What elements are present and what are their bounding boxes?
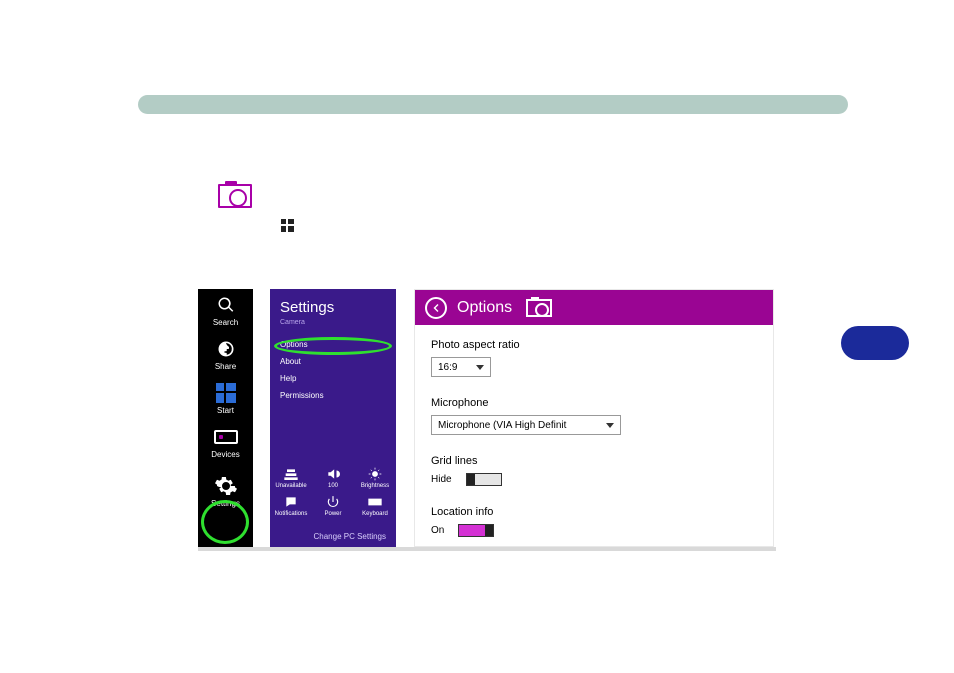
power-icon: [312, 493, 354, 511]
settings-link-help[interactable]: Help: [270, 370, 396, 387]
quick-volume[interactable]: 100: [312, 463, 354, 491]
camera-icon: [218, 184, 252, 208]
quick-power[interactable]: Power: [312, 491, 354, 519]
microphone-group: Microphone Microphone (VIA High Definit: [431, 397, 757, 435]
charm-devices[interactable]: Devices: [198, 421, 253, 465]
options-pane: Options Photo aspect ratio 16:9 Micropho…: [414, 289, 774, 547]
change-pc-settings-link[interactable]: Change PC Settings: [314, 532, 387, 541]
screenshot-stage: Search Share Start Devices Settings: [198, 289, 776, 551]
settings-title: Settings: [270, 289, 396, 319]
header-banner: [138, 95, 848, 114]
location-info-toggle[interactable]: [458, 524, 494, 537]
charms-bar: Search Share Start Devices Settings: [198, 289, 253, 547]
charm-start[interactable]: Start: [198, 377, 253, 421]
options-title: Options: [457, 299, 512, 317]
microphone-value: Microphone (VIA High Definit: [438, 420, 566, 431]
camera-icon: [526, 299, 552, 317]
grid-lines-state: Hide: [431, 474, 452, 485]
quick-label: Power: [324, 511, 341, 517]
grid-lines-toggle[interactable]: [466, 473, 502, 486]
charm-settings[interactable]: Settings: [198, 465, 253, 514]
windows-logo-icon: [281, 219, 294, 232]
notifications-icon: [270, 493, 312, 511]
quick-label: Notifications: [275, 511, 308, 517]
brightness-icon: [354, 465, 396, 483]
aspect-ratio-group: Photo aspect ratio 16:9: [431, 339, 757, 377]
grid-lines-group: Grid lines Hide: [431, 455, 757, 486]
settings-link-permissions[interactable]: Permissions: [270, 387, 396, 404]
quick-label: Keyboard: [362, 511, 388, 517]
volume-icon: [312, 465, 354, 483]
keyboard-icon: [354, 493, 396, 511]
settings-link-about[interactable]: About: [270, 353, 396, 370]
windows-start-icon: [198, 382, 253, 404]
quick-label: 100: [328, 483, 338, 489]
charm-search[interactable]: Search: [198, 289, 253, 333]
location-info-group: Location info On: [431, 506, 757, 537]
search-icon: [198, 294, 253, 316]
share-icon: [198, 338, 253, 360]
camera-app-icon: [218, 184, 252, 208]
quick-label: Brightness: [361, 483, 389, 489]
gear-icon: [198, 475, 253, 497]
microphone-label: Microphone: [431, 397, 757, 409]
quick-network[interactable]: Unavailable: [270, 463, 312, 491]
side-indicator: [841, 326, 909, 360]
charm-label: Start: [198, 406, 253, 415]
grid-lines-label: Grid lines: [431, 455, 757, 467]
quick-label: Unavailable: [275, 483, 306, 489]
network-icon: [270, 465, 312, 483]
quick-brightness[interactable]: Brightness: [354, 463, 396, 491]
aspect-ratio-select[interactable]: 16:9: [431, 357, 491, 377]
charm-label: Settings: [198, 499, 253, 508]
devices-icon: [198, 426, 253, 448]
quick-notifications[interactable]: Notifications: [270, 491, 312, 519]
location-info-state: On: [431, 525, 444, 536]
quick-keyboard[interactable]: Keyboard: [354, 491, 396, 519]
charm-label: Share: [198, 362, 253, 371]
settings-subtitle: Camera: [270, 319, 396, 336]
settings-pane: Settings Camera Options About Help Permi…: [270, 289, 396, 547]
charm-share[interactable]: Share: [198, 333, 253, 377]
options-header: Options: [415, 290, 773, 325]
microphone-select[interactable]: Microphone (VIA High Definit: [431, 415, 621, 435]
aspect-ratio-label: Photo aspect ratio: [431, 339, 757, 351]
charm-label: Search: [198, 318, 253, 327]
settings-link-options[interactable]: Options: [270, 336, 396, 353]
charm-label: Devices: [198, 450, 253, 459]
settings-quick-grid: Unavailable 100 Brightness Notifications…: [270, 463, 396, 519]
aspect-ratio-value: 16:9: [438, 362, 457, 373]
back-button[interactable]: [425, 297, 447, 319]
location-info-label: Location info: [431, 506, 757, 518]
